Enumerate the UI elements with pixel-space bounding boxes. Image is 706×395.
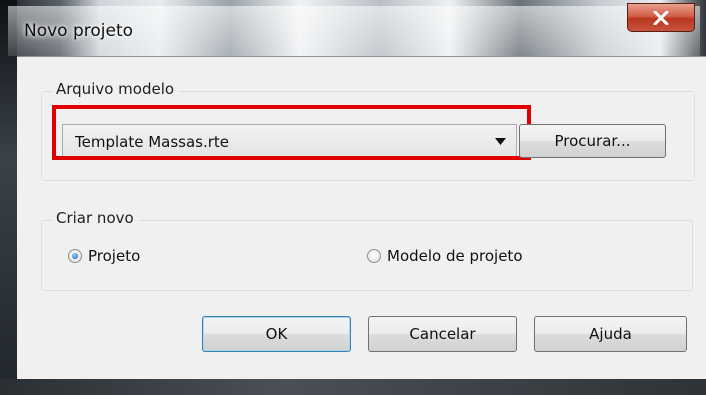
project-template-radio-label[interactable]: Modelo de projeto [387,247,523,265]
ok-button[interactable]: OK [202,316,351,352]
window-title: Novo projeto [24,21,134,41]
dialog-client-area: Arquivo modelo Template Massas.rte Procu… [17,56,706,380]
close-icon [653,10,669,25]
project-radio-label[interactable]: Projeto [88,247,140,265]
template-file-group-label: Arquivo modelo [52,80,179,98]
annotation-highlight-box [52,105,531,160]
project-template-radio[interactable] [367,249,381,263]
project-radio[interactable] [68,249,82,263]
browse-button[interactable]: Procurar... [519,124,666,158]
cancel-button[interactable]: Cancelar [368,316,517,352]
window-left-edge [0,0,17,395]
help-button[interactable]: Ajuda [534,316,687,352]
create-new-group-label: Criar novo [52,209,138,227]
close-button[interactable] [627,3,695,32]
window-bottom-edge [0,379,706,395]
